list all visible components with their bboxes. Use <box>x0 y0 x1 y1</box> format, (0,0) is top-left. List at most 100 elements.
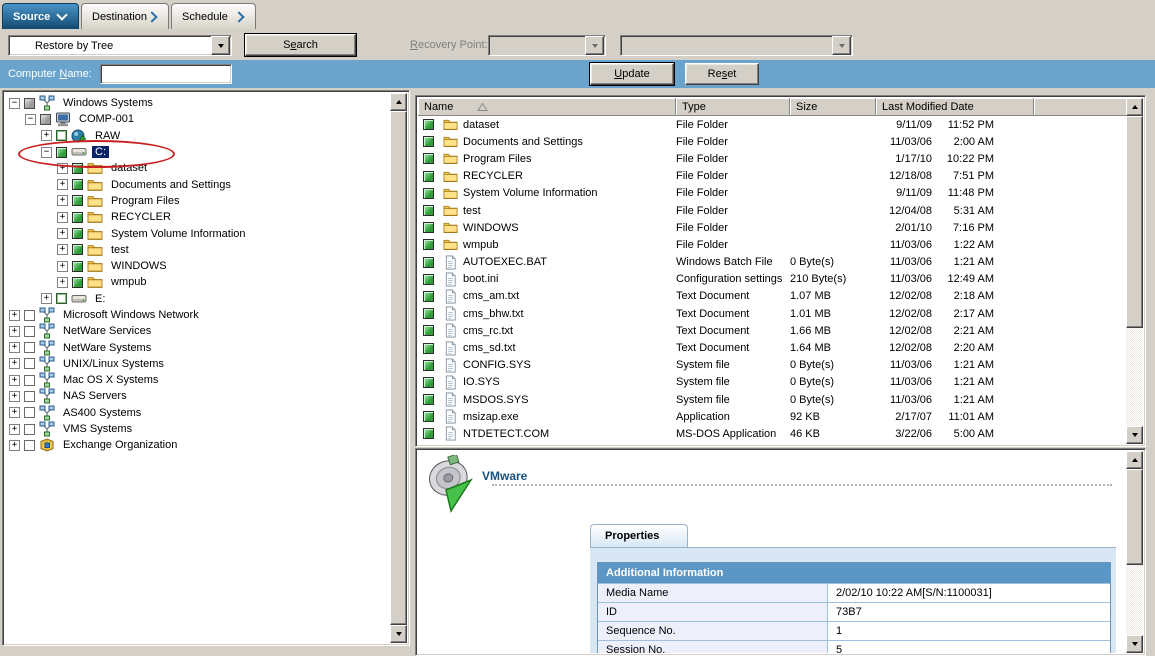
tree-item-label[interactable]: Microsoft Windows Network <box>60 309 202 321</box>
expand-icon[interactable]: + <box>57 228 68 239</box>
expand-icon[interactable]: + <box>57 244 68 255</box>
tree-checkbox-empty-green[interactable] <box>56 293 67 304</box>
tree-checkbox-checked[interactable] <box>72 244 83 255</box>
tree-scrollbar[interactable] <box>390 93 407 643</box>
update-button[interactable]: Update <box>590 63 674 85</box>
tree-checkbox-checked[interactable] <box>72 163 83 174</box>
tree-item[interactable]: + test <box>5 242 390 258</box>
file-row[interactable]: testFile Folder12/04/085:31 AM <box>418 202 1126 219</box>
file-row[interactable]: IO.SYSSystem file0 Byte(s)11/03/061:21 A… <box>418 374 1126 391</box>
tree-item[interactable]: + System Volume Information <box>5 225 390 241</box>
tree-checkbox-checked[interactable] <box>72 261 83 272</box>
tree-item[interactable]: +VMS Systems <box>5 421 390 437</box>
expand-icon[interactable]: + <box>9 326 20 337</box>
file-checkbox-checked[interactable] <box>423 343 434 354</box>
scrollbar-thumb[interactable] <box>1126 116 1143 328</box>
collapse-icon[interactable]: − <box>41 147 52 158</box>
file-row[interactable]: AUTOEXEC.BATWindows Batch File0 Byte(s)1… <box>418 254 1126 271</box>
scroll-up-button[interactable] <box>390 93 407 111</box>
file-list-scrollbar[interactable] <box>1126 98 1143 444</box>
file-name[interactable]: Program Files <box>463 153 531 165</box>
file-row[interactable]: cms_rc.txtText Document1.66 MB12/02/082:… <box>418 322 1126 339</box>
file-row[interactable]: RECYCLERFile Folder12/18/087:51 PM <box>418 168 1126 185</box>
file-checkbox-checked[interactable] <box>423 377 434 388</box>
scroll-down-button[interactable] <box>1126 635 1143 653</box>
file-row[interactable]: cms_sd.txtText Document1.64 MB12/02/082:… <box>418 339 1126 356</box>
file-checkbox-checked[interactable] <box>423 257 434 268</box>
file-name[interactable]: System Volume Information <box>463 187 598 199</box>
file-name[interactable]: CONFIG.SYS <box>463 359 531 371</box>
file-row[interactable]: boot.iniConfiguration settings210 Byte(s… <box>418 271 1126 288</box>
file-checkbox-checked[interactable] <box>423 239 434 250</box>
tree-checkbox-empty[interactable] <box>24 310 35 321</box>
expand-icon[interactable]: + <box>57 195 68 206</box>
expand-icon[interactable]: + <box>57 277 68 288</box>
tree-checkbox-checked[interactable] <box>72 212 83 223</box>
expand-icon[interactable]: + <box>9 440 20 451</box>
tree-item[interactable]: +E: <box>5 291 390 307</box>
file-checkbox-checked[interactable] <box>423 171 434 182</box>
file-name[interactable]: boot.ini <box>463 273 498 285</box>
tree-item-label[interactable]: System Volume Information <box>108 228 249 240</box>
tree-item-label[interactable]: Documents and Settings <box>108 179 234 191</box>
file-name[interactable]: dataset <box>463 119 499 131</box>
file-name[interactable]: NTDETECT.COM <box>463 428 549 440</box>
file-row[interactable]: cms_bhw.txtText Document1.01 MB12/02/082… <box>418 305 1126 322</box>
tree-checkbox-checked[interactable] <box>56 147 67 158</box>
tree-item[interactable]: +NAS Servers <box>5 388 390 404</box>
tree-checkbox-empty-green[interactable] <box>56 130 67 141</box>
file-row[interactable]: ntldrFILE292 KB11/01/073:50 AM <box>418 443 1126 444</box>
file-checkbox-checked[interactable] <box>423 308 434 319</box>
search-button[interactable]: Search <box>245 34 356 56</box>
expand-icon[interactable]: + <box>9 375 20 386</box>
file-name[interactable]: cms_rc.txt <box>463 325 513 337</box>
scrollbar-thumb[interactable] <box>390 111 407 625</box>
scroll-down-button[interactable] <box>1126 426 1143 444</box>
tree-item[interactable]: −COMP-001 <box>5 111 390 127</box>
file-checkbox-checked[interactable] <box>423 188 434 199</box>
file-checkbox-checked[interactable] <box>423 360 434 371</box>
tree-item-label[interactable]: test <box>108 244 132 256</box>
expand-icon[interactable]: + <box>9 342 20 353</box>
file-name[interactable]: cms_bhw.txt <box>463 308 524 320</box>
tree-item[interactable]: + Mac OS X Systems <box>5 372 390 388</box>
tree-checkbox-checked[interactable] <box>72 179 83 190</box>
file-row[interactable]: NTDETECT.COMMS-DOS Application46 KB3/22/… <box>418 425 1126 442</box>
reset-button[interactable]: Reset <box>685 63 759 85</box>
restore-mode-select[interactable]: Restore by Tree <box>8 35 232 56</box>
file-name[interactable]: AUTOEXEC.BAT <box>463 256 547 268</box>
file-name[interactable]: IO.SYS <box>463 376 500 388</box>
tree-item-label[interactable]: Mac OS X Systems <box>60 374 161 386</box>
file-row[interactable]: datasetFile Folder9/11/0911:52 PM <box>418 116 1126 133</box>
tree-item[interactable]: + Microsoft Windows Network <box>5 307 390 323</box>
tree-checkbox-empty[interactable] <box>24 342 35 353</box>
tree-item-label[interactable]: NAS Servers <box>60 390 130 402</box>
expand-icon[interactable]: + <box>9 310 20 321</box>
tree-item[interactable]: −Windows Systems <box>5 95 390 111</box>
tree-item-label[interactable]: UNIX/Linux Systems <box>60 358 167 370</box>
expand-icon[interactable]: + <box>41 293 52 304</box>
tree-item-label[interactable]: RECYCLER <box>108 211 174 223</box>
file-row[interactable]: msizap.exeApplication92 KB2/17/0711:01 A… <box>418 408 1126 425</box>
file-row[interactable]: cms_am.txtText Document1.07 MB12/02/082:… <box>418 288 1126 305</box>
tree-checkbox-empty[interactable] <box>24 440 35 451</box>
tab-source[interactable]: Source <box>2 3 79 29</box>
file-name[interactable]: MSDOS.SYS <box>463 394 528 406</box>
expand-icon[interactable]: + <box>41 130 52 141</box>
file-row[interactable]: System Volume InformationFile Folder9/11… <box>418 185 1126 202</box>
file-row[interactable]: MSDOS.SYSSystem file0 Byte(s)11/03/061:2… <box>418 391 1126 408</box>
tree-checkbox-checked[interactable] <box>72 228 83 239</box>
file-checkbox-checked[interactable] <box>423 411 434 422</box>
tree-item-label[interactable]: COMP-001 <box>76 113 137 125</box>
file-checkbox-checked[interactable] <box>423 222 434 233</box>
expand-icon[interactable]: + <box>57 179 68 190</box>
tree-item-label[interactable]: RAW <box>92 130 123 142</box>
file-checkbox-checked[interactable] <box>423 274 434 285</box>
tab-properties[interactable]: Properties <box>590 524 688 548</box>
properties-scrollbar[interactable] <box>1126 451 1143 653</box>
tree-item-label[interactable]: dataset <box>108 162 150 174</box>
column-header-size[interactable]: Size <box>790 98 876 116</box>
tree-checkbox-checked[interactable] <box>72 277 83 288</box>
tree-checkbox-empty[interactable] <box>24 326 35 337</box>
file-name[interactable]: WINDOWS <box>463 222 519 234</box>
